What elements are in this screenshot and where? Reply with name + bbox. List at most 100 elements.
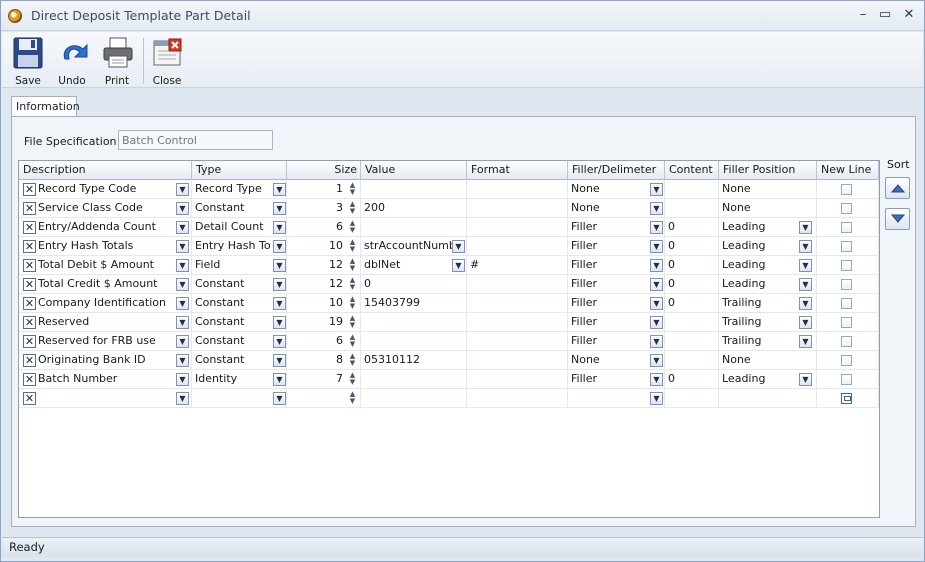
chevron-down-icon[interactable]: ▼ (452, 240, 465, 253)
size-cell[interactable]: 6 ▲ ▼ (287, 332, 361, 351)
filler-position-cell[interactable]: Leading ▼ (719, 237, 817, 256)
description-cell[interactable]: ✕ Reserved ▼ (19, 313, 192, 332)
size-cell[interactable]: 1 ▲ ▼ (287, 180, 361, 199)
chevron-down-icon[interactable]: ▼ (799, 278, 812, 291)
chevron-down-icon[interactable]: ▼ (650, 316, 663, 329)
format-cell[interactable] (467, 332, 568, 351)
content-cell[interactable] (665, 332, 719, 351)
format-cell[interactable] (467, 199, 568, 218)
filler-position-cell[interactable]: None (719, 351, 817, 370)
new-line-cell[interactable] (817, 332, 879, 351)
filler-cell[interactable]: Filler ▼ (568, 237, 665, 256)
size-cell[interactable]: 12 ▲ ▼ (287, 275, 361, 294)
filler-cell[interactable]: Filler ▼ (568, 218, 665, 237)
column-header-filler-delimeter[interactable]: Filler/Delimeter (568, 161, 665, 180)
size-cell[interactable]: 8 ▲ ▼ (287, 351, 361, 370)
chevron-down-icon[interactable]: ▼ (273, 316, 286, 329)
new-line-cell[interactable] (817, 256, 879, 275)
value-cell[interactable]: dblNet ▼ (361, 256, 467, 275)
chevron-down-icon[interactable]: ▼ (176, 354, 189, 367)
chevron-down-icon[interactable]: ▼ (799, 373, 812, 386)
table-row[interactable]: ✕ ▼ ▼ ▲ ▼ ▼ (19, 389, 879, 408)
content-cell[interactable]: 0 (665, 294, 719, 313)
content-cell[interactable] (665, 313, 719, 332)
new-line-cell[interactable] (817, 199, 879, 218)
spin-down-icon[interactable]: ▼ (350, 359, 355, 367)
size-cell[interactable]: ▲ ▼ (287, 389, 361, 408)
filler-position-cell[interactable]: None (719, 180, 817, 199)
chevron-down-icon[interactable]: ▼ (176, 240, 189, 253)
chevron-down-icon[interactable]: ▼ (650, 221, 663, 234)
sort-up-button[interactable] (885, 177, 910, 199)
size-cell[interactable]: 10 ▲ ▼ (287, 294, 361, 313)
value-cell[interactable] (361, 389, 467, 408)
maximize-button[interactable]: ▭ (875, 6, 895, 24)
format-cell[interactable] (467, 294, 568, 313)
new-line-checkbox[interactable] (841, 241, 852, 252)
chevron-down-icon[interactable]: ▼ (176, 392, 189, 405)
filler-cell[interactable]: Filler ▼ (568, 313, 665, 332)
new-line-checkbox[interactable] (841, 203, 852, 214)
size-cell[interactable]: 6 ▲ ▼ (287, 218, 361, 237)
new-line-checkbox[interactable] (841, 279, 852, 290)
spin-down-icon[interactable]: ▼ (350, 321, 355, 329)
value-cell[interactable] (361, 218, 467, 237)
chevron-down-icon[interactable]: ▼ (273, 392, 286, 405)
format-cell[interactable] (467, 313, 568, 332)
new-line-cell[interactable] (817, 294, 879, 313)
table-row[interactable]: ✕Entry Hash Totals▼Entry Hash Tota▼10▲▼s… (19, 237, 879, 256)
new-line-checkbox[interactable] (841, 374, 852, 385)
size-spinner-icon[interactable]: ▲ ▼ (348, 296, 357, 311)
chevron-down-icon[interactable]: ▼ (799, 335, 812, 348)
description-cell[interactable]: ✕ Originating Bank ID ▼ (19, 351, 192, 370)
value-cell[interactable] (361, 180, 467, 199)
filler-position-cell[interactable]: Trailing ▼ (719, 294, 817, 313)
chevron-down-icon[interactable]: ▼ (176, 259, 189, 272)
size-spinner-icon[interactable]: ▲ ▼ (348, 258, 357, 273)
spin-down-icon[interactable]: ▼ (350, 188, 355, 196)
content-cell[interactable]: 0 (665, 275, 719, 294)
tab-information[interactable]: Information (11, 96, 80, 117)
size-cell[interactable]: 10 ▲ ▼ (287, 237, 361, 256)
table-row[interactable]: ✕ Company Identification ▼ Constant ▼ 10 ▲ ▼ 154… (19, 294, 879, 313)
value-cell[interactable]: 200 (361, 199, 467, 218)
size-spinner-icon[interactable]: ▲ ▼ (348, 220, 357, 235)
spin-down-icon[interactable]: ▼ (350, 340, 355, 348)
table-row[interactable]: ✕ Total Debit $ Amount ▼ Field ▼ 12 ▲ ▼ dblNet ▼ #… (19, 256, 879, 275)
remove-row-icon[interactable]: ✕ (23, 392, 36, 405)
column-header-content[interactable]: Content (665, 161, 719, 180)
description-cell[interactable]: ✕ Batch Number ▼ (19, 370, 192, 389)
filler-cell[interactable]: None ▼ (568, 351, 665, 370)
table-row[interactable]: ✕ Service Class Code ▼ Constant ▼ 3 ▲ ▼ 200 None ▼… (19, 199, 879, 218)
column-header-value[interactable]: Value (361, 161, 467, 180)
content-cell[interactable] (665, 199, 719, 218)
description-cell[interactable]: ✕ Total Credit $ Amount ▼ (19, 275, 192, 294)
filler-position-cell[interactable]: Leading ▼ (719, 256, 817, 275)
chevron-down-icon[interactable]: ▼ (273, 221, 286, 234)
filler-position-cell[interactable]: Leading ▼ (719, 370, 817, 389)
description-cell[interactable]: ✕ Entry Hash Totals ▼ (19, 237, 192, 256)
chevron-down-icon[interactable]: ▼ (799, 221, 812, 234)
format-cell[interactable] (467, 180, 568, 199)
remove-row-icon[interactable]: ✕ (23, 278, 36, 291)
new-line-cell[interactable] (817, 237, 879, 256)
chevron-down-icon[interactable]: ▼ (650, 183, 663, 196)
minimize-button[interactable]: – (853, 6, 873, 24)
table-row[interactable]: ✕ Reserved for FRB use ▼ Constant ▼ 6 ▲ ▼ Filler… (19, 332, 879, 351)
description-cell[interactable]: ✕ Company Identification ▼ (19, 294, 192, 313)
content-cell[interactable] (665, 351, 719, 370)
new-line-checkbox[interactable] (841, 393, 852, 404)
chevron-down-icon[interactable]: ▼ (176, 278, 189, 291)
description-cell[interactable]: ✕ Total Debit $ Amount ▼ (19, 256, 192, 275)
filler-position-cell[interactable]: Trailing ▼ (719, 313, 817, 332)
filler-position-cell[interactable] (719, 389, 817, 408)
chevron-down-icon[interactable]: ▼ (650, 354, 663, 367)
value-cell[interactable]: 05310112 (361, 351, 467, 370)
type-cell[interactable]: Constant ▼ (192, 275, 287, 294)
remove-row-icon[interactable]: ✕ (23, 221, 36, 234)
chevron-down-icon[interactable]: ▼ (650, 335, 663, 348)
table-row[interactable]: ✕ Reserved ▼ Constant ▼ 19 ▲ ▼ Filler ▼ Trailing ▼ (19, 313, 879, 332)
chevron-down-icon[interactable]: ▼ (273, 335, 286, 348)
size-spinner-icon[interactable]: ▲ ▼ (348, 182, 357, 197)
undo-button[interactable]: Undo (52, 35, 92, 87)
